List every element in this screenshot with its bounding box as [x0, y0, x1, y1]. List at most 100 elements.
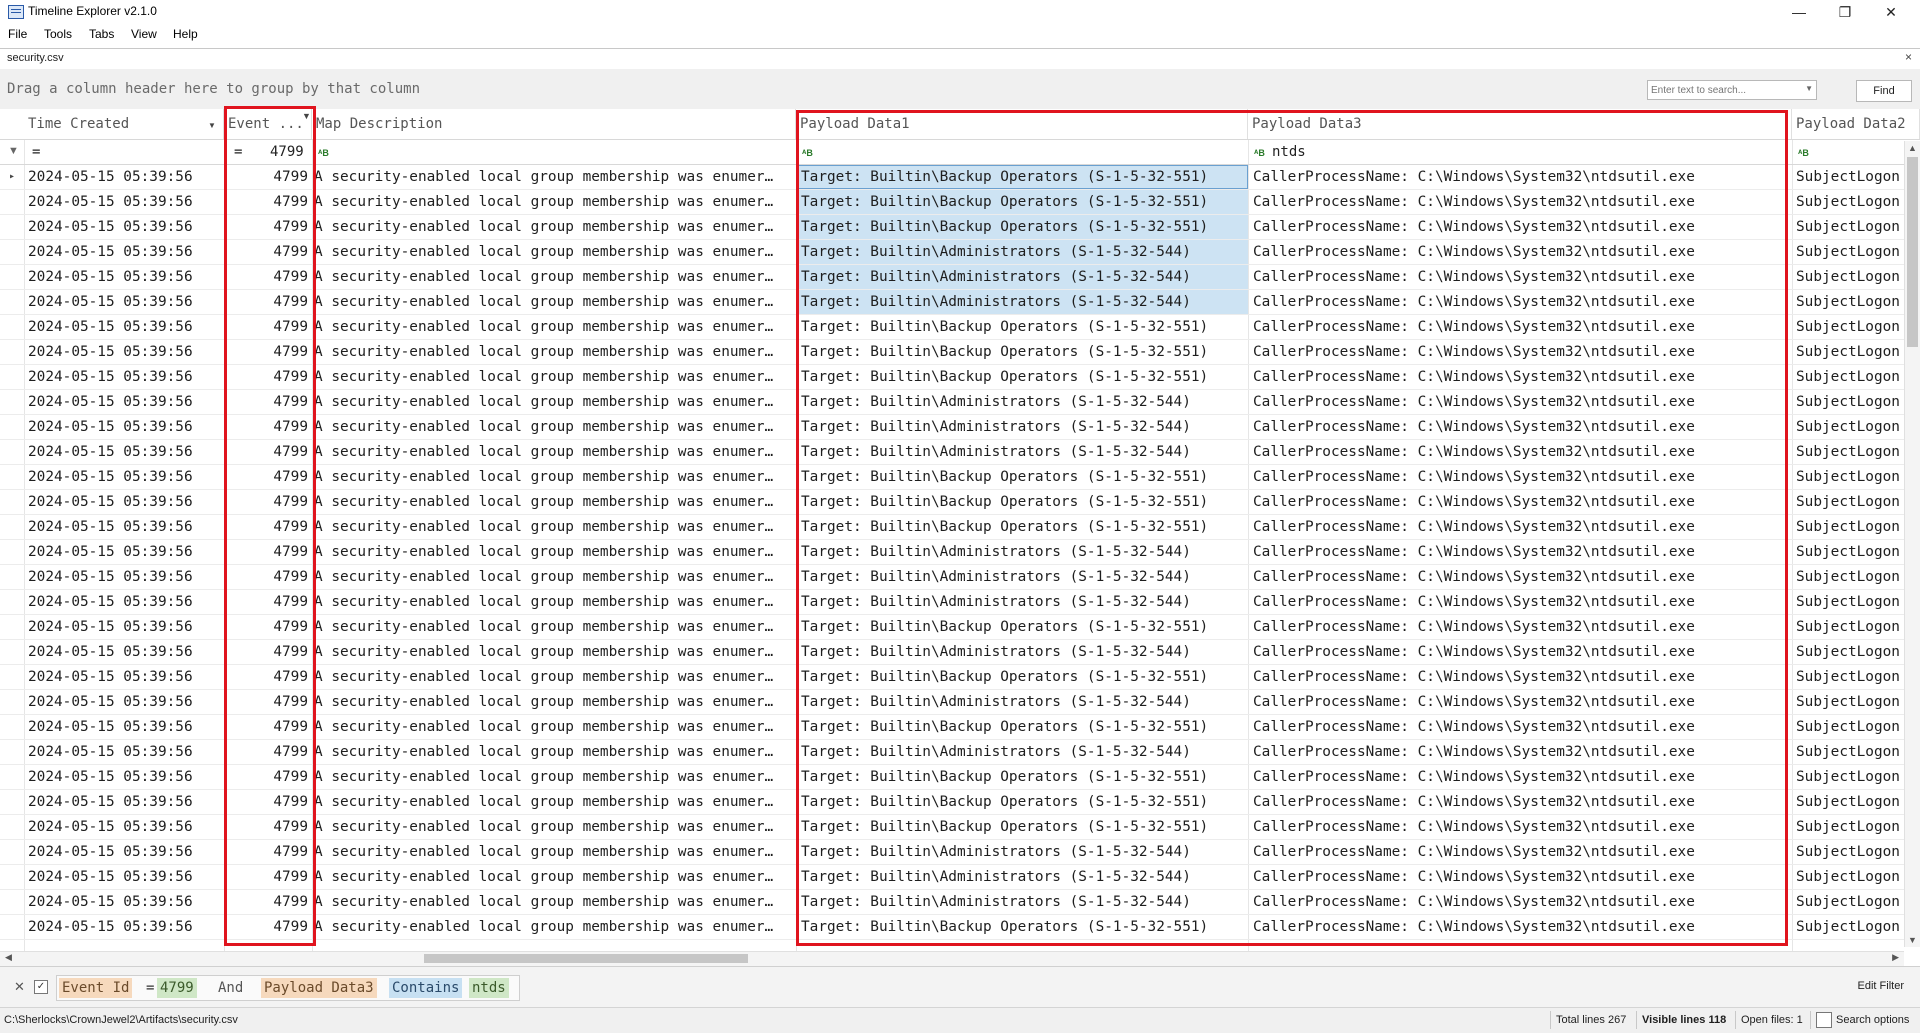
chevron-down-icon[interactable]: ▼ [1805, 84, 1813, 93]
cell-event-id[interactable]: 4799 [228, 165, 308, 189]
cell-event-id[interactable]: 4799 [228, 665, 308, 689]
cell-map-description[interactable]: A security-enabled local group membershi… [314, 840, 794, 864]
cell-time-created[interactable]: 2024-05-15 05:39:56 [28, 215, 224, 239]
table-row[interactable]: 2024-05-15 05:39:564799A security-enable… [0, 515, 1906, 540]
table-row[interactable]: 2024-05-15 05:39:564799A security-enable… [0, 715, 1906, 740]
cell-payload-data1[interactable]: Target: Builtin\Backup Operators (S-1-5-… [798, 365, 1248, 389]
text-filter-icon[interactable]: ᴬB [1254, 140, 1267, 164]
cell-event-id[interactable]: 4799 [228, 390, 308, 414]
table-row[interactable]: 2024-05-15 05:39:564799A security-enable… [0, 190, 1906, 215]
row-indicator[interactable] [0, 565, 24, 589]
table-row[interactable]: 2024-05-15 05:39:564799A security-enable… [0, 765, 1906, 790]
row-indicator[interactable] [0, 315, 24, 339]
file-tab[interactable]: security.csv × [0, 48, 1920, 70]
filter-value-token[interactable]: 4799 [157, 978, 197, 998]
cell-map-description[interactable]: A security-enabled local group membershi… [314, 290, 794, 314]
cell-time-created[interactable]: 2024-05-15 05:39:56 [28, 665, 224, 689]
cell-time-created[interactable]: 2024-05-15 05:39:56 [28, 265, 224, 289]
cell-time-created[interactable]: 2024-05-15 05:39:56 [28, 515, 224, 539]
cell-map-description[interactable]: A security-enabled local group membershi… [314, 440, 794, 464]
table-row[interactable]: 2024-05-15 05:39:564799A security-enable… [0, 615, 1906, 640]
cell-payload-data1[interactable]: Target: Builtin\Backup Operators (S-1-5-… [798, 665, 1248, 689]
filter-payload3-value[interactable]: ntds [1272, 140, 1306, 164]
table-row[interactable]: 2024-05-15 05:39:564799A security-enable… [0, 340, 1906, 365]
scroll-down-icon[interactable]: ▼ [1908, 935, 1917, 945]
cell-payload-data2[interactable]: SubjectLogon [1794, 240, 1904, 264]
cell-event-id[interactable]: 4799 [228, 790, 308, 814]
menu-tabs[interactable]: Tabs [89, 27, 114, 41]
cell-time-created[interactable]: 2024-05-15 05:39:56 [28, 165, 224, 189]
cell-event-id[interactable]: 4799 [228, 890, 308, 914]
group-by-panel[interactable]: Drag a column header here to group by th… [0, 69, 1920, 110]
cell-map-description[interactable]: A security-enabled local group membershi… [314, 165, 794, 189]
cell-event-id[interactable]: 4799 [228, 215, 308, 239]
table-row[interactable]: 2024-05-15 05:39:564799A security-enable… [0, 540, 1906, 565]
cell-time-created[interactable]: 2024-05-15 05:39:56 [28, 890, 224, 914]
cell-time-created[interactable]: 2024-05-15 05:39:56 [28, 790, 224, 814]
scrollbar-thumb[interactable] [1907, 157, 1918, 347]
header-payload-data3[interactable]: Payload Data3 [1248, 109, 1792, 139]
cell-event-id[interactable]: 4799 [228, 265, 308, 289]
row-indicator[interactable] [0, 465, 24, 489]
cell-time-created[interactable]: 2024-05-15 05:39:56 [28, 390, 224, 414]
menu-tools[interactable]: Tools [44, 27, 72, 41]
row-indicator[interactable] [0, 640, 24, 664]
cell-payload-data2[interactable]: SubjectLogon [1794, 265, 1904, 289]
cell-payload-data2[interactable]: SubjectLogon [1794, 490, 1904, 514]
menu-view[interactable]: View [131, 27, 157, 41]
cell-payload-data3[interactable]: CallerProcessName: C:\Windows\System32\n… [1250, 415, 1786, 439]
cell-payload-data2[interactable]: SubjectLogon [1794, 815, 1904, 839]
cell-payload-data1[interactable]: Target: Builtin\Administrators (S-1-5-32… [798, 540, 1248, 564]
scrollbar-thumb[interactable] [424, 954, 748, 963]
cell-payload-data1[interactable]: Target: Builtin\Backup Operators (S-1-5-… [798, 515, 1248, 539]
cell-payload-data2[interactable]: SubjectLogon [1794, 190, 1904, 214]
header-event-id[interactable]: Event ... [224, 109, 312, 139]
cell-payload-data2[interactable]: SubjectLogon [1794, 440, 1904, 464]
cell-payload-data3[interactable]: CallerProcessName: C:\Windows\System32\n… [1250, 565, 1786, 589]
text-filter-icon[interactable]: ᴬB [802, 140, 815, 164]
cell-map-description[interactable]: A security-enabled local group membershi… [314, 815, 794, 839]
cell-payload-data2[interactable]: SubjectLogon [1794, 515, 1904, 539]
table-row[interactable]: 2024-05-15 05:39:564799A security-enable… [0, 465, 1906, 490]
cell-payload-data3[interactable]: CallerProcessName: C:\Windows\System32\n… [1250, 615, 1786, 639]
cell-event-id[interactable]: 4799 [228, 765, 308, 789]
cell-time-created[interactable]: 2024-05-15 05:39:56 [28, 440, 224, 464]
cell-event-id[interactable]: 4799 [228, 690, 308, 714]
data-grid[interactable]: Time Created ▼ Event ... ▼ Map Descripti… [0, 109, 1920, 965]
cell-map-description[interactable]: A security-enabled local group membershi… [314, 240, 794, 264]
filter-event-value[interactable]: 4799 [270, 140, 304, 164]
cell-time-created[interactable]: 2024-05-15 05:39:56 [28, 590, 224, 614]
table-row[interactable]: 2024-05-15 05:39:564799A security-enable… [0, 390, 1906, 415]
cell-time-created[interactable]: 2024-05-15 05:39:56 [28, 840, 224, 864]
cell-payload-data3[interactable]: CallerProcessName: C:\Windows\System32\n… [1250, 190, 1786, 214]
vertical-scrollbar[interactable]: ▲ ▼ [1904, 141, 1920, 947]
cell-map-description[interactable]: A security-enabled local group membershi… [314, 715, 794, 739]
cell-map-description[interactable]: A security-enabled local group membershi… [314, 340, 794, 364]
table-row[interactable]: 2024-05-15 05:39:564799A security-enable… [0, 440, 1906, 465]
cell-payload-data2[interactable]: SubjectLogon [1794, 690, 1904, 714]
cell-event-id[interactable]: 4799 [228, 565, 308, 589]
cell-payload-data1[interactable]: Target: Builtin\Administrators (S-1-5-32… [798, 840, 1248, 864]
cell-map-description[interactable]: A security-enabled local group membershi… [314, 190, 794, 214]
table-row[interactable]: 2024-05-15 05:39:564799A security-enable… [0, 265, 1906, 290]
cell-time-created[interactable]: 2024-05-15 05:39:56 [28, 290, 224, 314]
cell-event-id[interactable]: 4799 [228, 590, 308, 614]
cell-payload-data1[interactable]: Target: Builtin\Administrators (S-1-5-32… [798, 390, 1248, 414]
row-indicator[interactable] [0, 665, 24, 689]
cell-map-description[interactable]: A security-enabled local group membershi… [314, 790, 794, 814]
cell-payload-data2[interactable]: SubjectLogon [1794, 165, 1904, 189]
cell-map-description[interactable]: A security-enabled local group membershi… [314, 515, 794, 539]
row-indicator[interactable] [0, 515, 24, 539]
cell-map-description[interactable]: A security-enabled local group membershi… [314, 465, 794, 489]
filter-expression[interactable]: Event Id = 4799 And Payload Data3 Contai… [56, 975, 520, 1001]
cell-payload-data3[interactable]: CallerProcessName: C:\Windows\System32\n… [1250, 365, 1786, 389]
cell-payload-data3[interactable]: CallerProcessName: C:\Windows\System32\n… [1250, 890, 1786, 914]
cell-time-created[interactable]: 2024-05-15 05:39:56 [28, 415, 224, 439]
cell-map-description[interactable]: A security-enabled local group membershi… [314, 590, 794, 614]
row-indicator[interactable]: ▸ [0, 165, 24, 189]
cell-payload-data3[interactable]: CallerProcessName: C:\Windows\System32\n… [1250, 665, 1786, 689]
row-indicator[interactable] [0, 265, 24, 289]
cell-payload-data1[interactable]: Target: Builtin\Administrators (S-1-5-32… [798, 940, 1248, 941]
filter-field-token[interactable]: Event Id [59, 978, 133, 998]
cell-time-created[interactable]: 2024-05-15 05:39:56 [28, 940, 224, 941]
